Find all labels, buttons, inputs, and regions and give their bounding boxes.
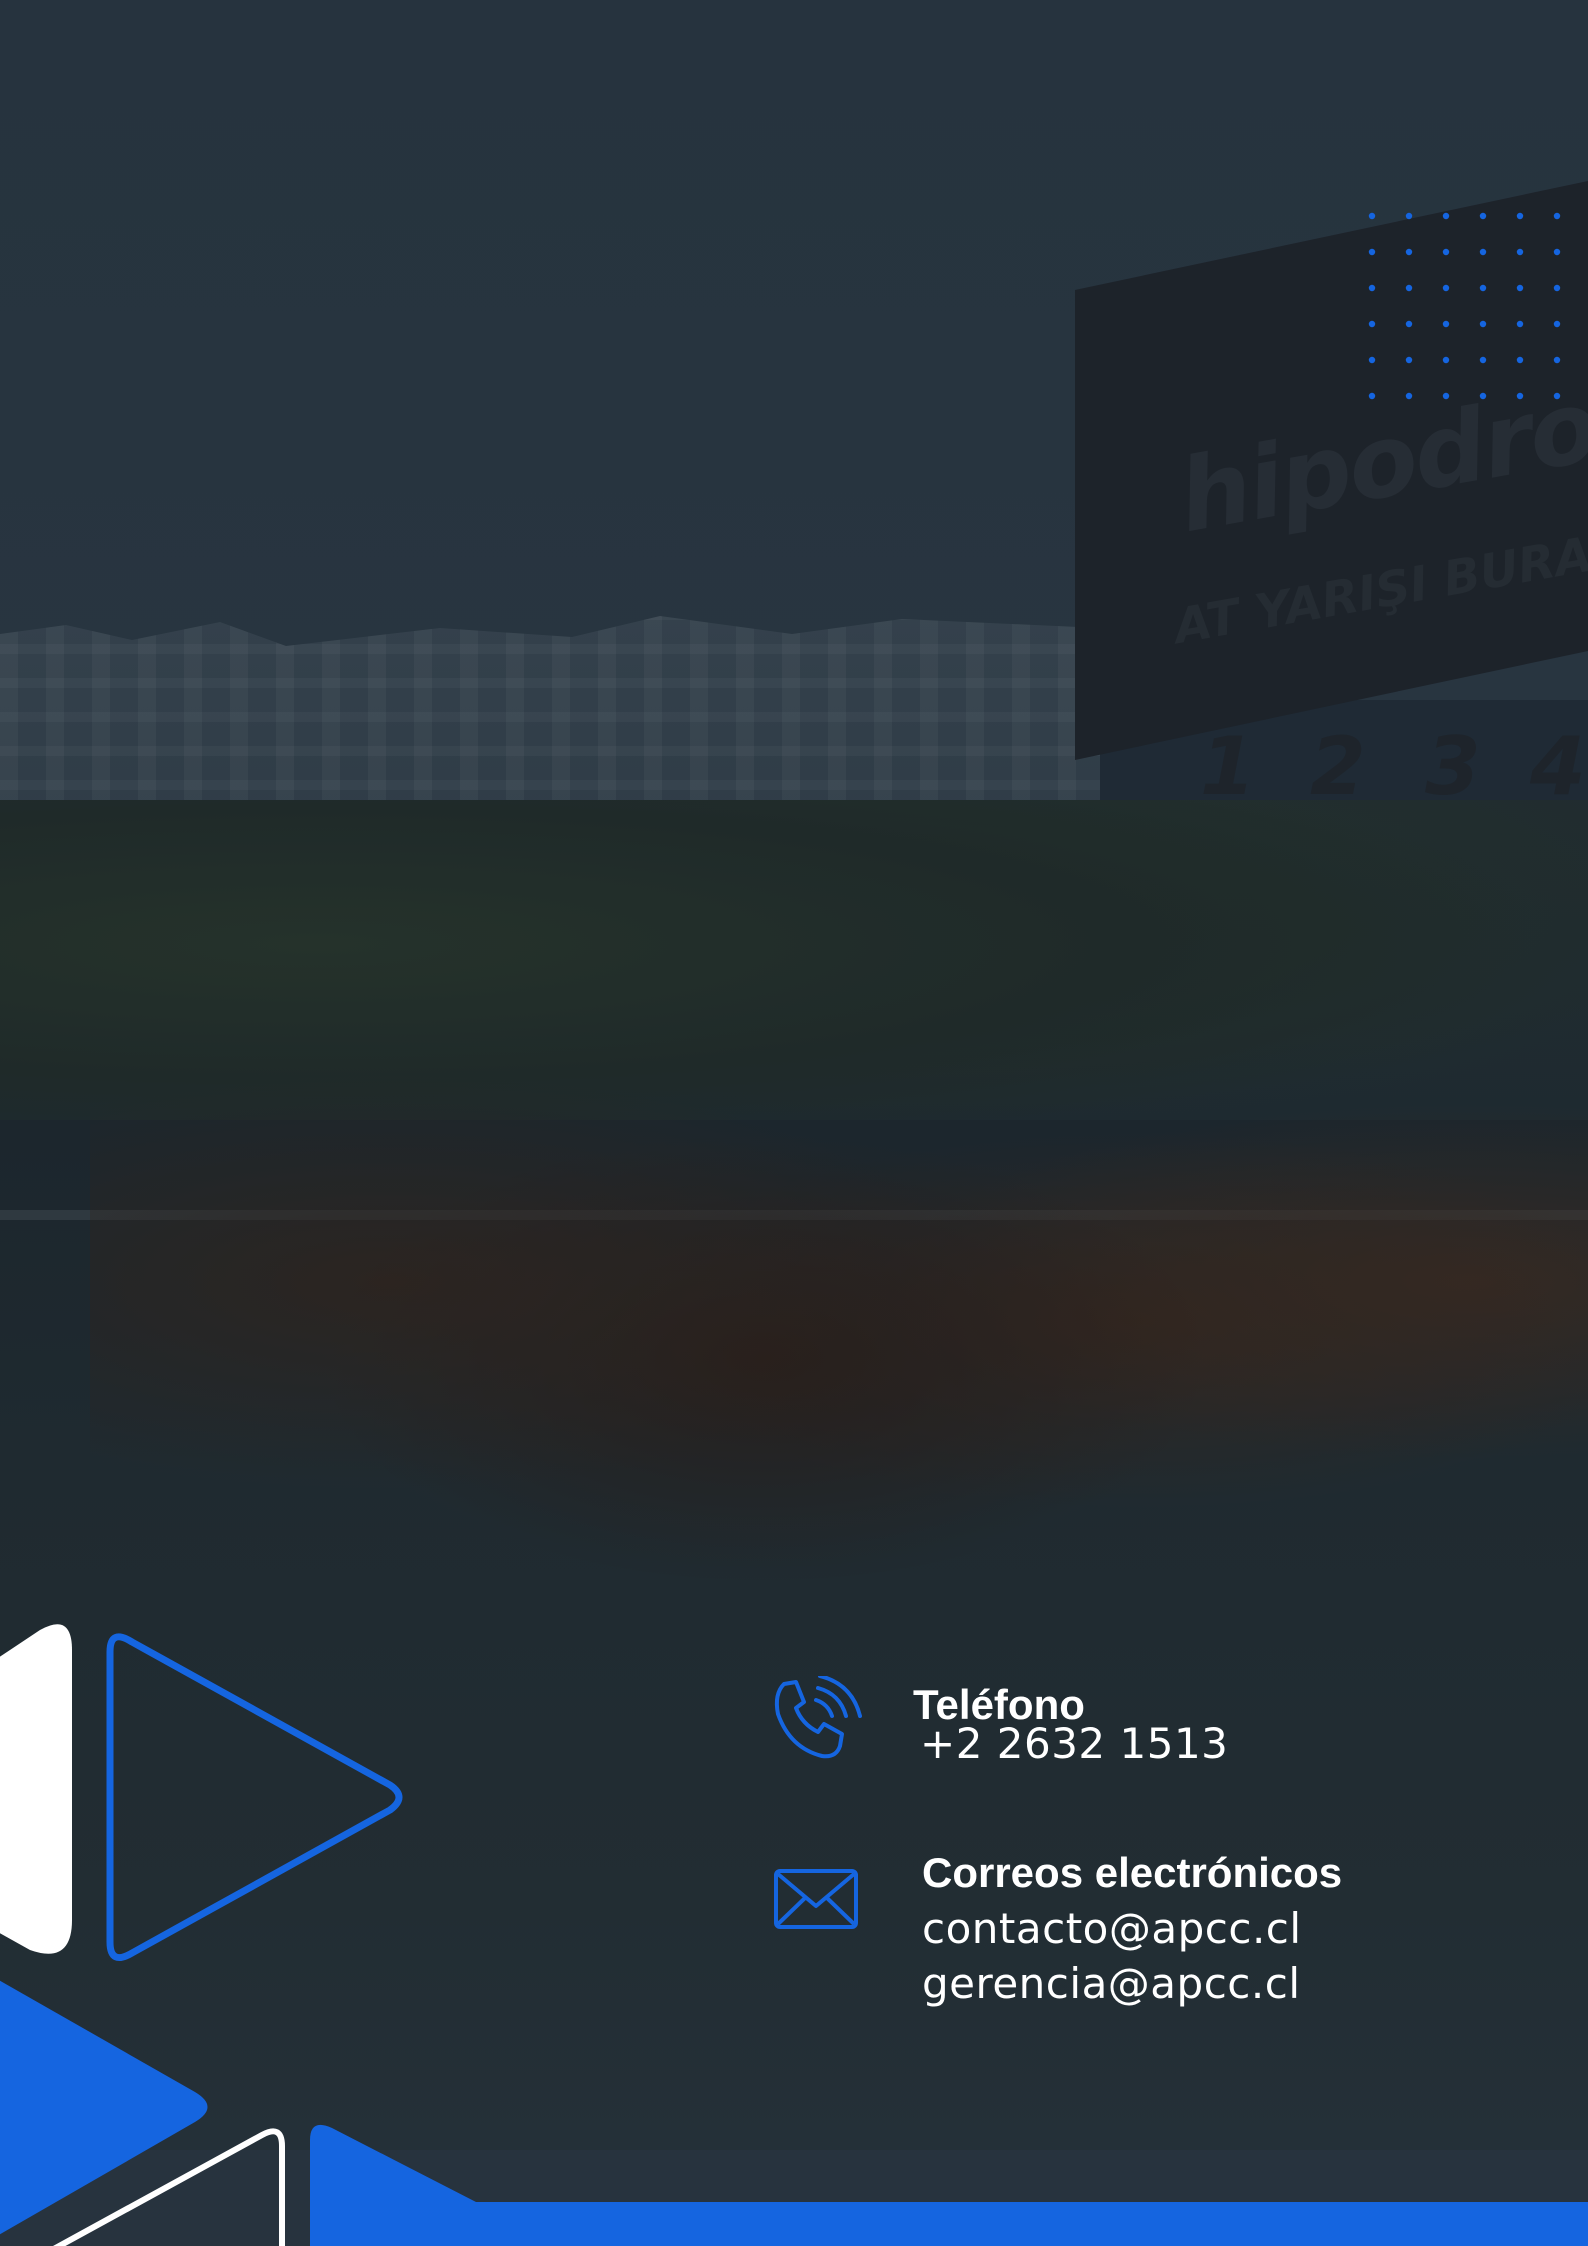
white-triangle-shape xyxy=(0,1624,72,1954)
email-label: Correos electrónicos xyxy=(922,1849,1343,1896)
email-address-gerencia[interactable]: gerencia@apcc.cl xyxy=(922,1963,1301,2005)
blue-triangle-shape xyxy=(0,1980,208,2235)
blue-footer-shape xyxy=(310,2124,1588,2246)
email-address-contacto[interactable]: contacto@apcc.cl xyxy=(922,1908,1302,1950)
page: hipodrom.c AT YARIŞI BURADA OYN 1 2 3 4 … xyxy=(0,0,1588,2246)
phone-number[interactable]: +2 2632 1513 xyxy=(920,1723,1228,1765)
play-triangle-outline xyxy=(106,1633,403,1962)
phone-icon xyxy=(774,1676,862,1759)
envelope-icon xyxy=(774,1869,858,1929)
